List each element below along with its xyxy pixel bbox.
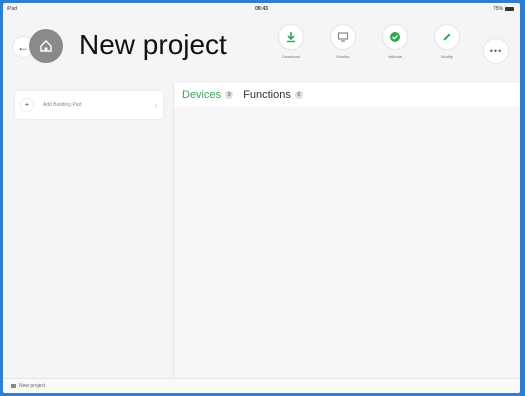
- plus-icon: +: [21, 99, 33, 111]
- validate-label: Validate: [387, 54, 403, 59]
- check-circle-icon: [390, 32, 400, 42]
- battery-icon: [505, 7, 514, 11]
- download-button-circle[interactable]: [279, 25, 303, 49]
- monitor-button[interactable]: Monitor: [317, 25, 369, 59]
- pencil-icon: [443, 33, 451, 41]
- add-building-part-button[interactable]: + Add Building Part ›: [15, 91, 163, 119]
- tab-functions-label: Functions: [243, 89, 291, 101]
- modify-button-circle[interactable]: [435, 25, 459, 49]
- download-icon: [287, 32, 295, 43]
- tab-functions[interactable]: Functions 0: [243, 89, 303, 101]
- devices-list-area: [174, 107, 520, 379]
- arrow-left-icon: ←: [17, 40, 29, 54]
- monitor-icon: [337, 32, 349, 42]
- monitor-label: Monitor: [336, 54, 350, 59]
- content-panel: Devices 0 Functions 0: [173, 83, 520, 379]
- project-home-button[interactable]: [29, 29, 63, 63]
- chevron-right-icon: ›: [154, 100, 157, 110]
- home-icon: [40, 40, 52, 52]
- status-bar: iPad 09:43 75%: [3, 3, 520, 15]
- modify-label: Modify: [441, 54, 453, 59]
- tab-functions-count: 0: [294, 91, 303, 99]
- page-title: New project: [79, 29, 227, 60]
- toolbar: Download Monitor Validate Modify: [265, 25, 473, 59]
- footer-project-label: New project: [19, 383, 46, 389]
- more-button[interactable]: •••: [484, 39, 508, 63]
- download-button[interactable]: Download: [265, 25, 317, 59]
- footer-bar: New project: [3, 378, 520, 393]
- tab-bar: Devices 0 Functions 0: [182, 89, 303, 101]
- tab-devices-count: 0: [225, 91, 234, 99]
- battery-indicator: 75%: [493, 6, 514, 12]
- header: ← New project Download Monitor Validate …: [3, 15, 520, 77]
- more-icon: •••: [489, 46, 503, 56]
- status-time: 09:43: [255, 6, 268, 12]
- modify-button[interactable]: Modify: [421, 25, 473, 59]
- add-building-part-label: Add Building Part: [43, 102, 82, 108]
- download-label: Download: [282, 54, 300, 59]
- project-icon: [11, 384, 16, 388]
- app-window: iPad 09:43 75% ← New project Download Mo…: [3, 3, 520, 393]
- tab-devices-label: Devices: [182, 89, 222, 101]
- monitor-button-circle[interactable]: [331, 25, 355, 49]
- sidebar: + Add Building Part ›: [15, 91, 163, 373]
- battery-percent: 75%: [492, 6, 503, 12]
- validate-button[interactable]: Validate: [369, 25, 421, 59]
- validate-button-circle[interactable]: [383, 25, 407, 49]
- tab-devices[interactable]: Devices 0: [182, 89, 234, 101]
